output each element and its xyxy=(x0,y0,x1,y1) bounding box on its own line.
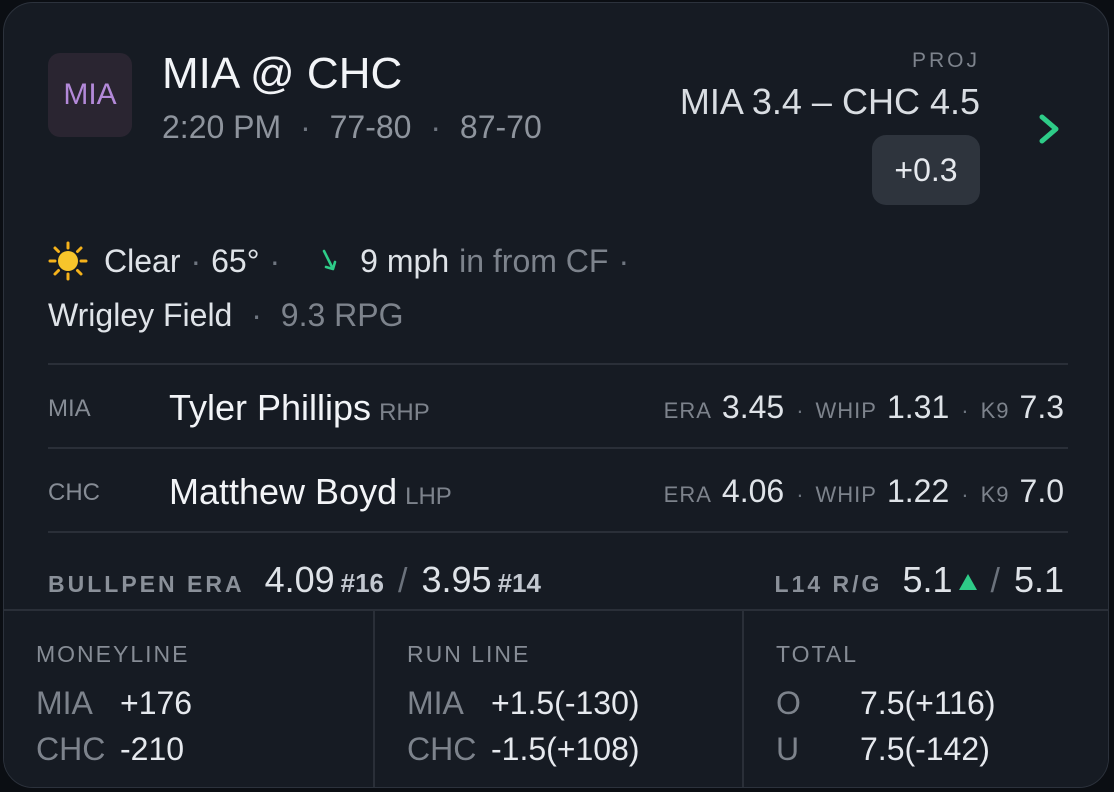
bullpen-label: BULLPEN ERA xyxy=(48,571,245,597)
stat-era: 4.06 xyxy=(721,473,785,509)
market-team: O xyxy=(776,685,801,721)
stat-k9: 7.0 xyxy=(1019,473,1064,509)
market-odds: -210 xyxy=(120,731,185,767)
game-subline: 2:20 PM · 77-80 · 87-70 xyxy=(162,109,542,146)
away-record: 77-80 xyxy=(329,109,412,145)
market-odds: -1.5(+108) xyxy=(491,731,640,767)
pitcher-row-home[interactable]: Matthew Boyd LHP xyxy=(169,471,452,513)
pitcher-team: MIA xyxy=(48,395,91,422)
stat-label: ERA xyxy=(663,398,712,423)
slash: / xyxy=(398,562,408,600)
home-record: 87-70 xyxy=(459,109,542,145)
edge-badge: +0.3 xyxy=(872,135,980,205)
weather-line: Clear · 65° · 9 mph in from CF · xyxy=(48,241,639,281)
separator: · xyxy=(961,482,969,507)
team-logo: MIA xyxy=(48,53,132,137)
pitcher-stats: ERA 3.45 · WHIP 1.31 · K9 7.3 xyxy=(664,389,1064,426)
stat-whip: 1.31 xyxy=(886,389,950,425)
market-team: MIA xyxy=(36,685,93,721)
divider xyxy=(48,447,1068,449)
stat-label: K9 xyxy=(980,482,1010,507)
moneyline-market[interactable]: MONEYLINE MIA +176 CHC -210 xyxy=(4,609,373,787)
market-team: U xyxy=(776,731,800,767)
stat-whip: 1.22 xyxy=(886,473,950,509)
stat-label: K9 xyxy=(980,398,1010,423)
pitcher-name: Matthew Boyd xyxy=(169,471,398,512)
l14-label: L14 R/G xyxy=(774,571,883,597)
pitcher-hand: RHP xyxy=(379,399,430,426)
weather-condition: Clear xyxy=(104,242,181,279)
market-title: RUN LINE xyxy=(407,641,531,667)
game-time: 2:20 PM xyxy=(162,109,282,145)
market-row[interactable]: CHC -210 xyxy=(36,731,184,768)
chevron-right-icon[interactable] xyxy=(1036,109,1064,149)
separator: · xyxy=(300,109,311,145)
slash: / xyxy=(990,562,1000,600)
venue-rpg: 9.3 RPG xyxy=(280,297,404,333)
game-card[interactable]: MIA MIA @ CHC 2:20 PM · 77-80 · 87-70 PR… xyxy=(3,2,1109,788)
projection-label: PROJ xyxy=(911,49,980,72)
stat-k9: 7.3 xyxy=(1019,389,1064,425)
separator: · xyxy=(796,398,804,423)
bullpen-era: BULLPEN ERA 4.09 #16 / 3.95 #14 xyxy=(48,559,541,601)
separator: · xyxy=(961,398,969,423)
market-odds: +176 xyxy=(120,685,193,721)
l14-home: 5.1 xyxy=(1013,559,1064,600)
market-odds: 7.5(-142) xyxy=(860,731,990,767)
market-row[interactable]: MIA +1.5(-130) xyxy=(407,685,640,722)
matchup-title: MIA @ CHC xyxy=(162,49,403,98)
stat-label: WHIP xyxy=(815,398,877,423)
bullpen-away-era: 4.09 xyxy=(264,559,335,600)
wind-direction: in from CF xyxy=(459,242,609,279)
market-team: CHC xyxy=(36,731,106,767)
market-team: CHC xyxy=(407,731,477,767)
venue-line: Wrigley Field · 9.3 RPG xyxy=(48,297,404,334)
market-row[interactable]: CHC -1.5(+108) xyxy=(407,731,640,768)
market-odds: 7.5(+116) xyxy=(860,685,996,721)
stat-era: 3.45 xyxy=(721,389,785,425)
separator: · xyxy=(618,242,630,279)
market-row[interactable]: MIA +176 xyxy=(36,685,192,722)
market-title: MONEYLINE xyxy=(36,641,190,667)
total-market[interactable]: TOTAL O 7.5(+116) U 7.5(-142) xyxy=(742,609,1108,787)
pitcher-stats: ERA 4.06 · WHIP 1.22 · K9 7.0 xyxy=(664,473,1064,510)
stat-label: ERA xyxy=(663,482,712,507)
market-team: MIA xyxy=(407,685,464,721)
stat-label: WHIP xyxy=(815,482,877,507)
divider xyxy=(48,363,1068,365)
trend-up-icon xyxy=(958,574,977,590)
bullpen-home-era: 3.95 xyxy=(421,559,492,600)
weather-temp: 65° xyxy=(211,242,260,279)
separator: · xyxy=(269,242,281,279)
venue-name: Wrigley Field xyxy=(48,297,233,333)
bullpen-home-rank: #14 xyxy=(497,568,541,598)
separator: · xyxy=(190,242,202,279)
market-row[interactable]: U 7.5(-142) xyxy=(776,731,990,768)
separator: · xyxy=(796,482,804,507)
market-odds: +1.5(-130) xyxy=(491,685,640,721)
wind-speed: 9 mph xyxy=(360,242,450,279)
sun-icon xyxy=(48,241,88,281)
run-line-market[interactable]: RUN LINE MIA +1.5(-130) CHC -1.5(+108) xyxy=(373,609,742,787)
wind-arrow-down-icon xyxy=(322,249,337,271)
l14-away: 5.1 xyxy=(902,559,953,600)
pitcher-row-away[interactable]: Tyler Phillips RHP xyxy=(169,387,430,429)
bullpen-away-rank: #16 xyxy=(340,568,385,598)
market-row[interactable]: O 7.5(+116) xyxy=(776,685,996,722)
divider xyxy=(48,531,1068,533)
market-title: TOTAL xyxy=(776,641,858,667)
pitcher-team: CHC xyxy=(48,479,100,506)
pitcher-hand: LHP xyxy=(405,483,452,510)
separator: · xyxy=(251,297,262,333)
separator: · xyxy=(430,109,441,145)
l14-runs: L14 R/G 5.1 / 5.1 xyxy=(775,559,1064,601)
pitcher-name: Tyler Phillips xyxy=(169,387,372,428)
projection-score: MIA 3.4 – CHC 4.5 xyxy=(679,81,980,122)
